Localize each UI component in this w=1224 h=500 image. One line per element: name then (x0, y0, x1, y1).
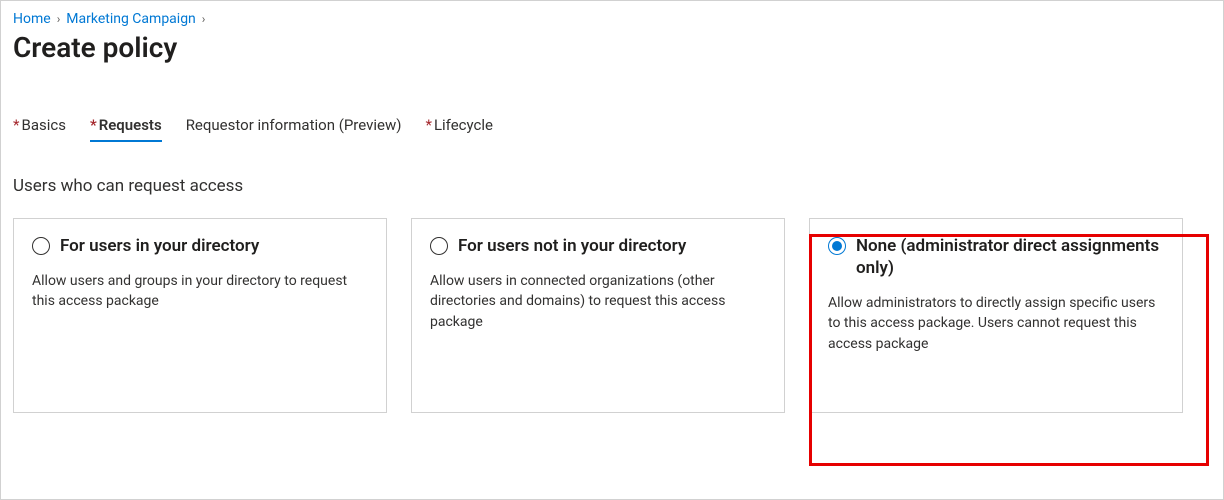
tab-label: Requests (99, 116, 162, 134)
tab-requestor-information[interactable]: Requestor information (Preview) (186, 116, 402, 140)
chevron-right-icon: › (202, 12, 206, 26)
required-asterisk: * (13, 116, 19, 134)
tabs: *Basics *Requests Requestor information … (13, 116, 1211, 140)
tab-basics[interactable]: *Basics (13, 116, 66, 140)
card-users-not-in-directory[interactable]: For users not in your directory Allow us… (411, 218, 785, 413)
radio-button-selected[interactable] (828, 237, 846, 255)
card-users-in-directory[interactable]: For users in your directory Allow users … (13, 218, 387, 413)
radio-button[interactable] (430, 237, 448, 255)
cards-container: For users in your directory Allow users … (13, 218, 1211, 413)
tab-lifecycle[interactable]: *Lifecycle (425, 116, 493, 140)
tab-requests[interactable]: *Requests (90, 116, 162, 140)
tab-label: Lifecycle (434, 116, 493, 134)
card-header: None (administrator direct assignments o… (828, 235, 1164, 279)
card-description: Allow administrators to directly assign … (828, 293, 1164, 354)
section-title: Users who can request access (13, 176, 1211, 196)
radio-button[interactable] (32, 237, 50, 255)
card-description: Allow users in connected organizations (… (430, 271, 766, 332)
breadcrumb: Home › Marketing Campaign › (13, 11, 1211, 27)
card-none-admin-direct[interactable]: None (administrator direct assignments o… (809, 218, 1183, 413)
tab-label: Requestor information (Preview) (186, 116, 402, 134)
chevron-right-icon: › (57, 12, 61, 26)
required-asterisk: * (90, 116, 97, 134)
breadcrumb-marketing-campaign[interactable]: Marketing Campaign (66, 11, 196, 27)
card-header: For users not in your directory (430, 235, 766, 257)
page-title: Create policy (13, 31, 1211, 64)
breadcrumb-home[interactable]: Home (13, 11, 51, 27)
radio-dot-icon (832, 241, 842, 251)
card-title: None (administrator direct assignments o… (856, 235, 1164, 279)
tab-label: Basics (21, 116, 66, 134)
card-header: For users in your directory (32, 235, 368, 257)
card-description: Allow users and groups in your directory… (32, 271, 368, 312)
card-title: For users in your directory (60, 235, 259, 257)
required-asterisk: * (425, 116, 431, 134)
card-title: For users not in your directory (458, 235, 686, 257)
